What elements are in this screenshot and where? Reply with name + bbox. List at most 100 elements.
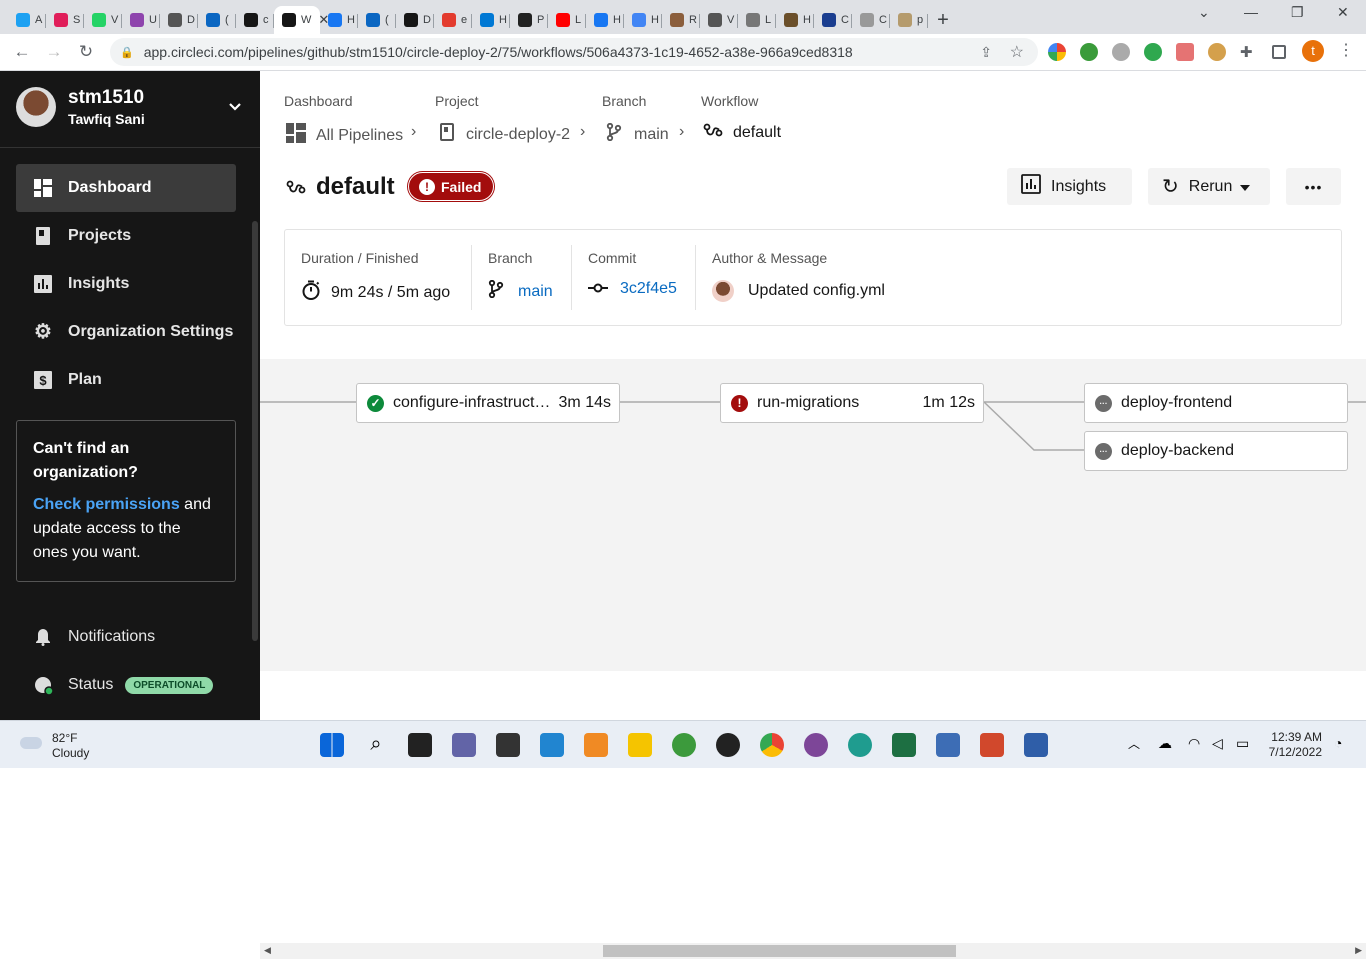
browser-tab[interactable]: H: [472, 6, 510, 34]
browser-tab[interactable]: D: [396, 6, 434, 34]
sidebar-item-insights[interactable]: Insights: [16, 260, 236, 308]
close-window-icon[interactable]: ✕: [1337, 4, 1349, 21]
new-tab-button[interactable]: +: [928, 6, 958, 34]
virtualbox-icon[interactable]: [936, 733, 960, 757]
restore-icon[interactable]: ❐: [1291, 4, 1304, 21]
sidebar-item-notifications[interactable]: Notifications: [16, 613, 236, 661]
vscode-icon[interactable]: [540, 733, 564, 757]
browser-tab[interactable]: U: [122, 6, 160, 34]
commit-link[interactable]: 3c2f4e5: [588, 280, 677, 298]
job-deploy-backend[interactable]: ··· deploy-backend: [1084, 431, 1348, 471]
browser-tab[interactable]: R: [662, 6, 700, 34]
chevron-up-icon[interactable]: ︿: [1128, 735, 1140, 752]
browser-tab[interactable]: H: [320, 6, 358, 34]
scroll-right-icon[interactable]: ▶: [1355, 945, 1362, 956]
browser-tab[interactable]: p: [890, 6, 928, 34]
sidebar-item-projects[interactable]: Projects: [16, 212, 236, 260]
branch-link[interactable]: main: [488, 279, 553, 303]
forward-icon[interactable]: →: [38, 42, 70, 62]
browser-tab[interactable]: P: [510, 6, 548, 34]
browser-tab[interactable]: H: [624, 6, 662, 34]
browser-tab[interactable]: V: [700, 6, 738, 34]
check-permissions-link[interactable]: Check permissions: [33, 496, 180, 513]
browser-tab[interactable]: (: [358, 6, 396, 34]
url-field[interactable]: 🔒 app.circleci.com/pipelines/github/stm1…: [110, 38, 1038, 66]
excel-icon[interactable]: [892, 733, 916, 757]
browser-tab[interactable]: L: [738, 6, 776, 34]
sidebar-item-dashboard[interactable]: Dashboard: [16, 164, 236, 212]
browser-tab[interactable]: (: [198, 6, 236, 34]
browser-tab[interactable]: S: [46, 6, 84, 34]
breadcrumb-branch[interactable]: main: [606, 122, 669, 146]
volume-icon[interactable]: ◁: [1212, 735, 1223, 752]
rerun-button[interactable]: ↻ Rerun: [1148, 168, 1270, 205]
browser-tab[interactable]: H: [776, 6, 814, 34]
share-icon[interactable]: ⇪: [980, 44, 992, 61]
weather-widget[interactable]: 82°F Cloudy: [20, 731, 89, 761]
back-icon[interactable]: ←: [6, 42, 38, 62]
reload-icon[interactable]: ↻: [70, 42, 102, 62]
browser-tab[interactable]: L: [548, 6, 586, 34]
extension-icon[interactable]: [1144, 43, 1162, 61]
browser-tab[interactable]: D: [160, 6, 198, 34]
browser-tab[interactable]: c: [236, 6, 274, 34]
browser-tab[interactable]: e: [434, 6, 472, 34]
chat-icon[interactable]: [452, 733, 476, 757]
more-options-button[interactable]: •••: [1286, 168, 1341, 205]
job-configure-infrastructure[interactable]: ✓ configure-infrastructure 3m 14s: [356, 383, 620, 423]
user-switcher[interactable]: stm1510 Tawfiq Sani: [16, 87, 145, 127]
chevron-down-icon[interactable]: [228, 99, 242, 115]
sidebar-item-organization-settings[interactable]: ⚙ Organization Settings: [16, 308, 236, 356]
sidebar-item-plan[interactable]: $ Plan: [16, 356, 236, 404]
extensions-puzzle-icon[interactable]: ✚: [1240, 43, 1258, 61]
sidebar-item-status[interactable]: Status OPERATIONAL: [16, 661, 236, 709]
browser-tab[interactable]: C: [852, 6, 890, 34]
start-icon[interactable]: [320, 733, 344, 757]
tab-label: C: [879, 14, 887, 26]
insights-button[interactable]: Insights: [1007, 168, 1132, 205]
media-player-icon[interactable]: [716, 733, 740, 757]
sidebar-scrollbar[interactable]: [252, 221, 258, 641]
extension-icon[interactable]: [1176, 43, 1194, 61]
scroll-left-icon[interactable]: ◀: [264, 945, 271, 956]
system-clock[interactable]: 12:39 AM 7/12/2022: [1262, 730, 1322, 760]
tor-icon[interactable]: [804, 733, 828, 757]
app-icon[interactable]: [672, 733, 696, 757]
file-explorer-icon[interactable]: [628, 733, 652, 757]
job-run-migrations[interactable]: ! run-migrations 1m 12s: [720, 383, 984, 423]
job-deploy-frontend[interactable]: ··· deploy-frontend: [1084, 383, 1348, 423]
search-icon[interactable]: ⌕: [364, 733, 388, 757]
breadcrumb-all-pipelines[interactable]: All Pipelines: [286, 123, 403, 148]
terminal-icon[interactable]: [496, 733, 520, 757]
extension-icon[interactable]: [1080, 43, 1098, 61]
browser-menu-icon[interactable]: ⋮: [1338, 43, 1356, 61]
battery-icon[interactable]: ▭: [1236, 735, 1249, 752]
cloud-sync-icon[interactable]: ☁: [1158, 735, 1172, 752]
tab-search-icon[interactable]: ⌄: [1198, 4, 1210, 21]
app-icon[interactable]: [1024, 733, 1048, 757]
notifications-icon[interactable]: ◔: [1334, 735, 1342, 751]
chrome-icon[interactable]: [760, 733, 784, 757]
browser-tab[interactable]: V: [84, 6, 122, 34]
app-icon[interactable]: [980, 733, 1004, 757]
profile-avatar[interactable]: t: [1302, 40, 1324, 62]
breadcrumb-project[interactable]: circle-deploy-2: [440, 123, 570, 146]
cookie-extension-icon[interactable]: [1208, 43, 1226, 61]
browser-tab[interactable]: A: [8, 6, 46, 34]
browser-tab[interactable]: W ✕: [274, 6, 329, 34]
extension-icon[interactable]: [1112, 43, 1130, 61]
tab-label: p: [917, 14, 924, 26]
extension-icon[interactable]: [1048, 43, 1066, 61]
side-panel-icon[interactable]: [1272, 45, 1286, 59]
edge-icon[interactable]: [848, 733, 872, 757]
horizontal-scrollbar[interactable]: ◀ ▶: [260, 943, 1366, 959]
browser-tab[interactable]: C: [814, 6, 852, 34]
minimize-icon[interactable]: —: [1244, 4, 1258, 20]
task-view-icon[interactable]: [408, 733, 432, 757]
browser-tab[interactable]: H: [586, 6, 624, 34]
wifi-icon[interactable]: ◠: [1188, 735, 1200, 752]
bookmark-star-icon[interactable]: ☆: [1010, 42, 1024, 62]
tab-label: L: [765, 14, 772, 26]
scrollbar-thumb[interactable]: [603, 945, 956, 957]
vlc-icon[interactable]: [584, 733, 608, 757]
